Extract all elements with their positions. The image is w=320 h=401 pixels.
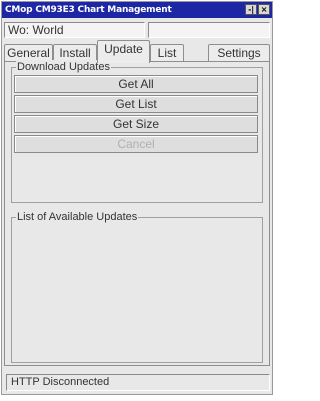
available-updates-list[interactable] — [14, 226, 260, 360]
available-updates-legend: List of Available Updates — [16, 210, 139, 224]
available-updates-group: List of Available Updates — [11, 210, 263, 363]
tab-settings[interactable]: Settings — [208, 44, 270, 62]
update-tab-panel: Download Updates Get All Get List Get Si… — [4, 60, 270, 366]
secondary-field[interactable] — [148, 22, 270, 38]
get-size-button[interactable]: Get Size — [14, 115, 258, 133]
tab-list[interactable]: List — [150, 44, 184, 62]
minimize-button[interactable]: -| — [245, 4, 257, 15]
title-bar[interactable]: CMop CM93E3 Chart Management -| × — [2, 2, 272, 18]
title-bar-buttons: -| × — [245, 4, 270, 15]
download-updates-group: Download Updates Get All Get List Get Si… — [11, 60, 263, 203]
world-field[interactable]: Wo: World — [4, 22, 145, 38]
tab-bar: General Install Update List Settings — [2, 40, 272, 63]
get-list-button[interactable]: Get List — [14, 95, 258, 113]
close-button[interactable]: × — [258, 4, 270, 15]
chart-management-window: CMop CM93E3 Chart Management -| × Wo: Wo… — [1, 1, 273, 395]
get-all-button[interactable]: Get All — [14, 75, 258, 93]
window-title: CMop CM93E3 Chart Management — [5, 5, 172, 15]
tab-update[interactable]: Update — [97, 40, 150, 63]
cancel-button: Cancel — [14, 135, 258, 153]
status-bar: HTTP Disconnected — [6, 374, 270, 391]
